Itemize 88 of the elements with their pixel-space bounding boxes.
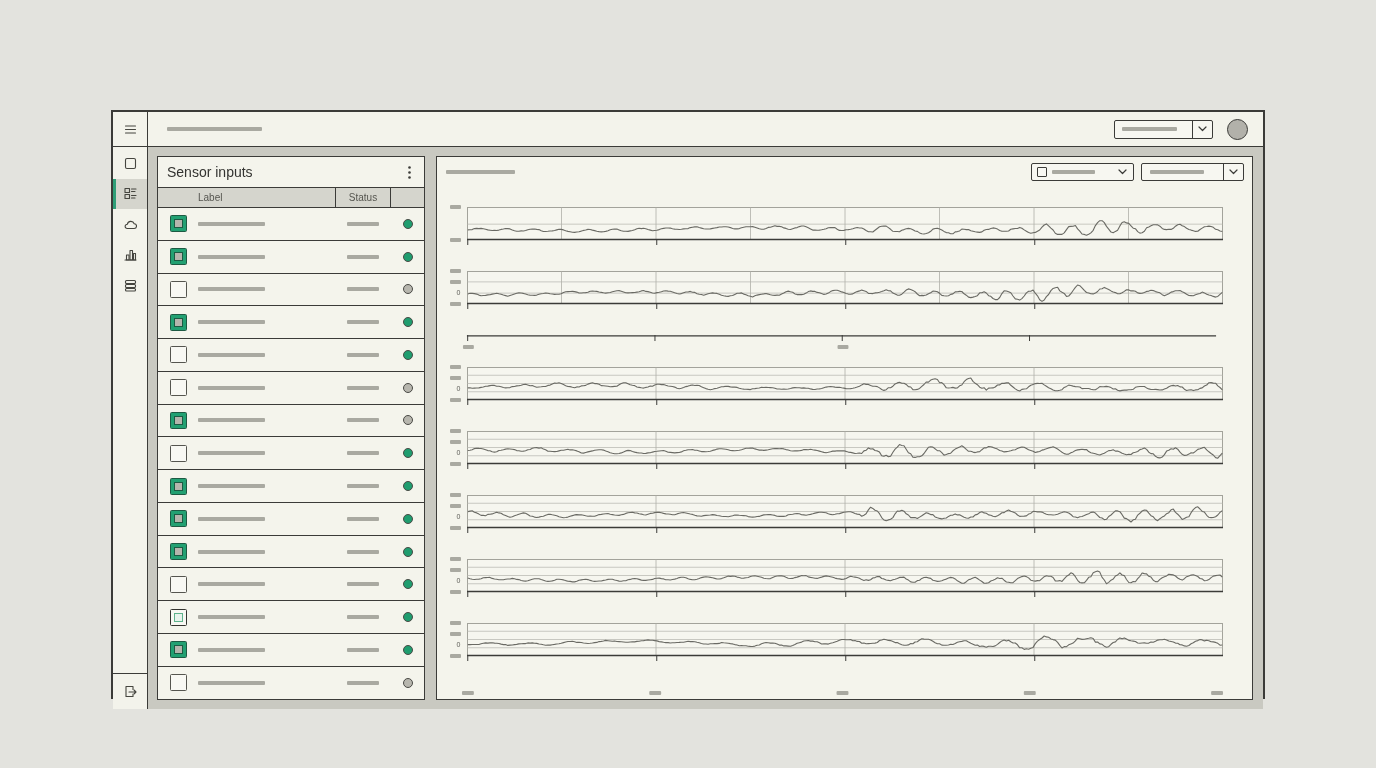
square-icon	[123, 156, 137, 170]
tick-label-placeholder	[449, 301, 461, 306]
checkbox[interactable]	[170, 543, 187, 561]
label-placeholder-bar	[198, 484, 265, 488]
status-placeholder-bar	[347, 582, 379, 587]
tick-label-placeholder	[449, 492, 461, 497]
tick-label-placeholder	[449, 653, 461, 658]
status-placeholder-bar	[347, 484, 379, 488]
stack-icon	[123, 278, 137, 292]
tick-label-placeholder	[449, 204, 461, 209]
chevron-down-icon	[1198, 126, 1207, 132]
dropdown[interactable]	[1030, 162, 1134, 181]
tick-label-placeholder	[449, 439, 461, 444]
label-placeholder-bar	[198, 549, 265, 554]
status-placeholder-bar	[347, 615, 379, 620]
status-placeholder-bar	[347, 418, 379, 423]
avatar-circle[interactable]	[1227, 118, 1248, 140]
checkbox[interactable]	[170, 379, 187, 397]
label-placeholder-bar	[198, 615, 265, 620]
label-placeholder-bar	[198, 451, 265, 456]
dropdown[interactable]	[1140, 162, 1244, 181]
status-placeholder-bar	[347, 287, 379, 292]
label-placeholder-bar	[198, 352, 265, 357]
tick-label-placeholder	[449, 397, 461, 402]
label-placeholder-bar	[198, 582, 265, 587]
checkbox[interactable]	[170, 313, 187, 331]
title-placeholder-bar	[445, 169, 515, 174]
status-placeholder-bar	[347, 549, 379, 554]
tick-label-placeholder	[449, 364, 461, 369]
checkbox[interactable]	[170, 346, 187, 364]
chevron-down-icon	[1228, 168, 1238, 175]
checkbox[interactable]	[170, 477, 187, 495]
tick-label-placeholder	[449, 567, 461, 572]
label-placeholder-bar	[198, 385, 265, 390]
status-placeholder-bar	[347, 680, 379, 685]
tick-label-placeholder	[449, 620, 461, 625]
label-placeholder-bar	[198, 418, 265, 423]
status-placeholder-bar	[347, 647, 379, 652]
tick-label-placeholder	[449, 279, 461, 284]
checkbox[interactable]	[170, 280, 187, 298]
document-arrow-icon	[123, 684, 137, 698]
menu-icon	[123, 122, 137, 136]
bar-chart-icon	[123, 248, 137, 262]
list-icon	[123, 187, 137, 201]
tick-label-placeholder	[449, 428, 461, 433]
status-placeholder-bar	[347, 516, 379, 521]
label-placeholder-bar	[198, 287, 265, 292]
column-header: Status	[348, 192, 378, 203]
checkbox[interactable]	[170, 575, 187, 593]
value-placeholder-bar	[1149, 169, 1204, 174]
value-placeholder-bar	[1122, 127, 1177, 131]
tick-label-placeholder	[449, 375, 461, 380]
status-placeholder-bar	[347, 221, 379, 226]
tick-label-placeholder	[449, 589, 461, 594]
tick-label-placeholder	[449, 631, 461, 636]
label-placeholder-bar	[198, 221, 265, 226]
sidebar-item[interactable]	[113, 178, 147, 209]
status-placeholder-bar	[347, 254, 379, 259]
tick-label-placeholder	[449, 268, 461, 273]
tick-label-placeholder	[449, 525, 461, 530]
label-placeholder-bar	[198, 254, 265, 259]
checkbox[interactable]	[170, 444, 187, 462]
checkbox[interactable]	[170, 510, 187, 528]
label-placeholder-bar	[198, 320, 265, 325]
value-placeholder-bar	[1051, 169, 1095, 174]
panel-title: Sensor inputs	[167, 164, 253, 180]
label-placeholder-bar	[198, 680, 265, 685]
checkbox[interactable]	[170, 674, 187, 692]
status-placeholder-bar	[347, 451, 379, 456]
checkbox[interactable]	[170, 641, 187, 659]
menu-button[interactable]	[113, 112, 148, 147]
label-placeholder-bar	[198, 516, 265, 521]
status-placeholder-bar	[347, 385, 379, 390]
tick-label-placeholder	[449, 503, 461, 508]
column-header: Label	[198, 192, 223, 203]
dropdown[interactable]	[1114, 119, 1213, 139]
chevron-down-icon	[1118, 168, 1127, 175]
status-placeholder-bar	[347, 352, 379, 357]
checkbox[interactable]	[170, 215, 187, 233]
tick-label-placeholder	[449, 556, 461, 561]
more-options-icon[interactable]	[408, 165, 411, 179]
tick-label-placeholder	[449, 237, 461, 242]
status-placeholder-bar	[347, 320, 379, 325]
checkbox[interactable]	[170, 608, 187, 626]
checkbox[interactable]	[170, 411, 187, 429]
label-placeholder-bar	[198, 647, 265, 652]
tick-label-placeholder	[449, 461, 461, 466]
checkbox[interactable]	[170, 248, 187, 266]
